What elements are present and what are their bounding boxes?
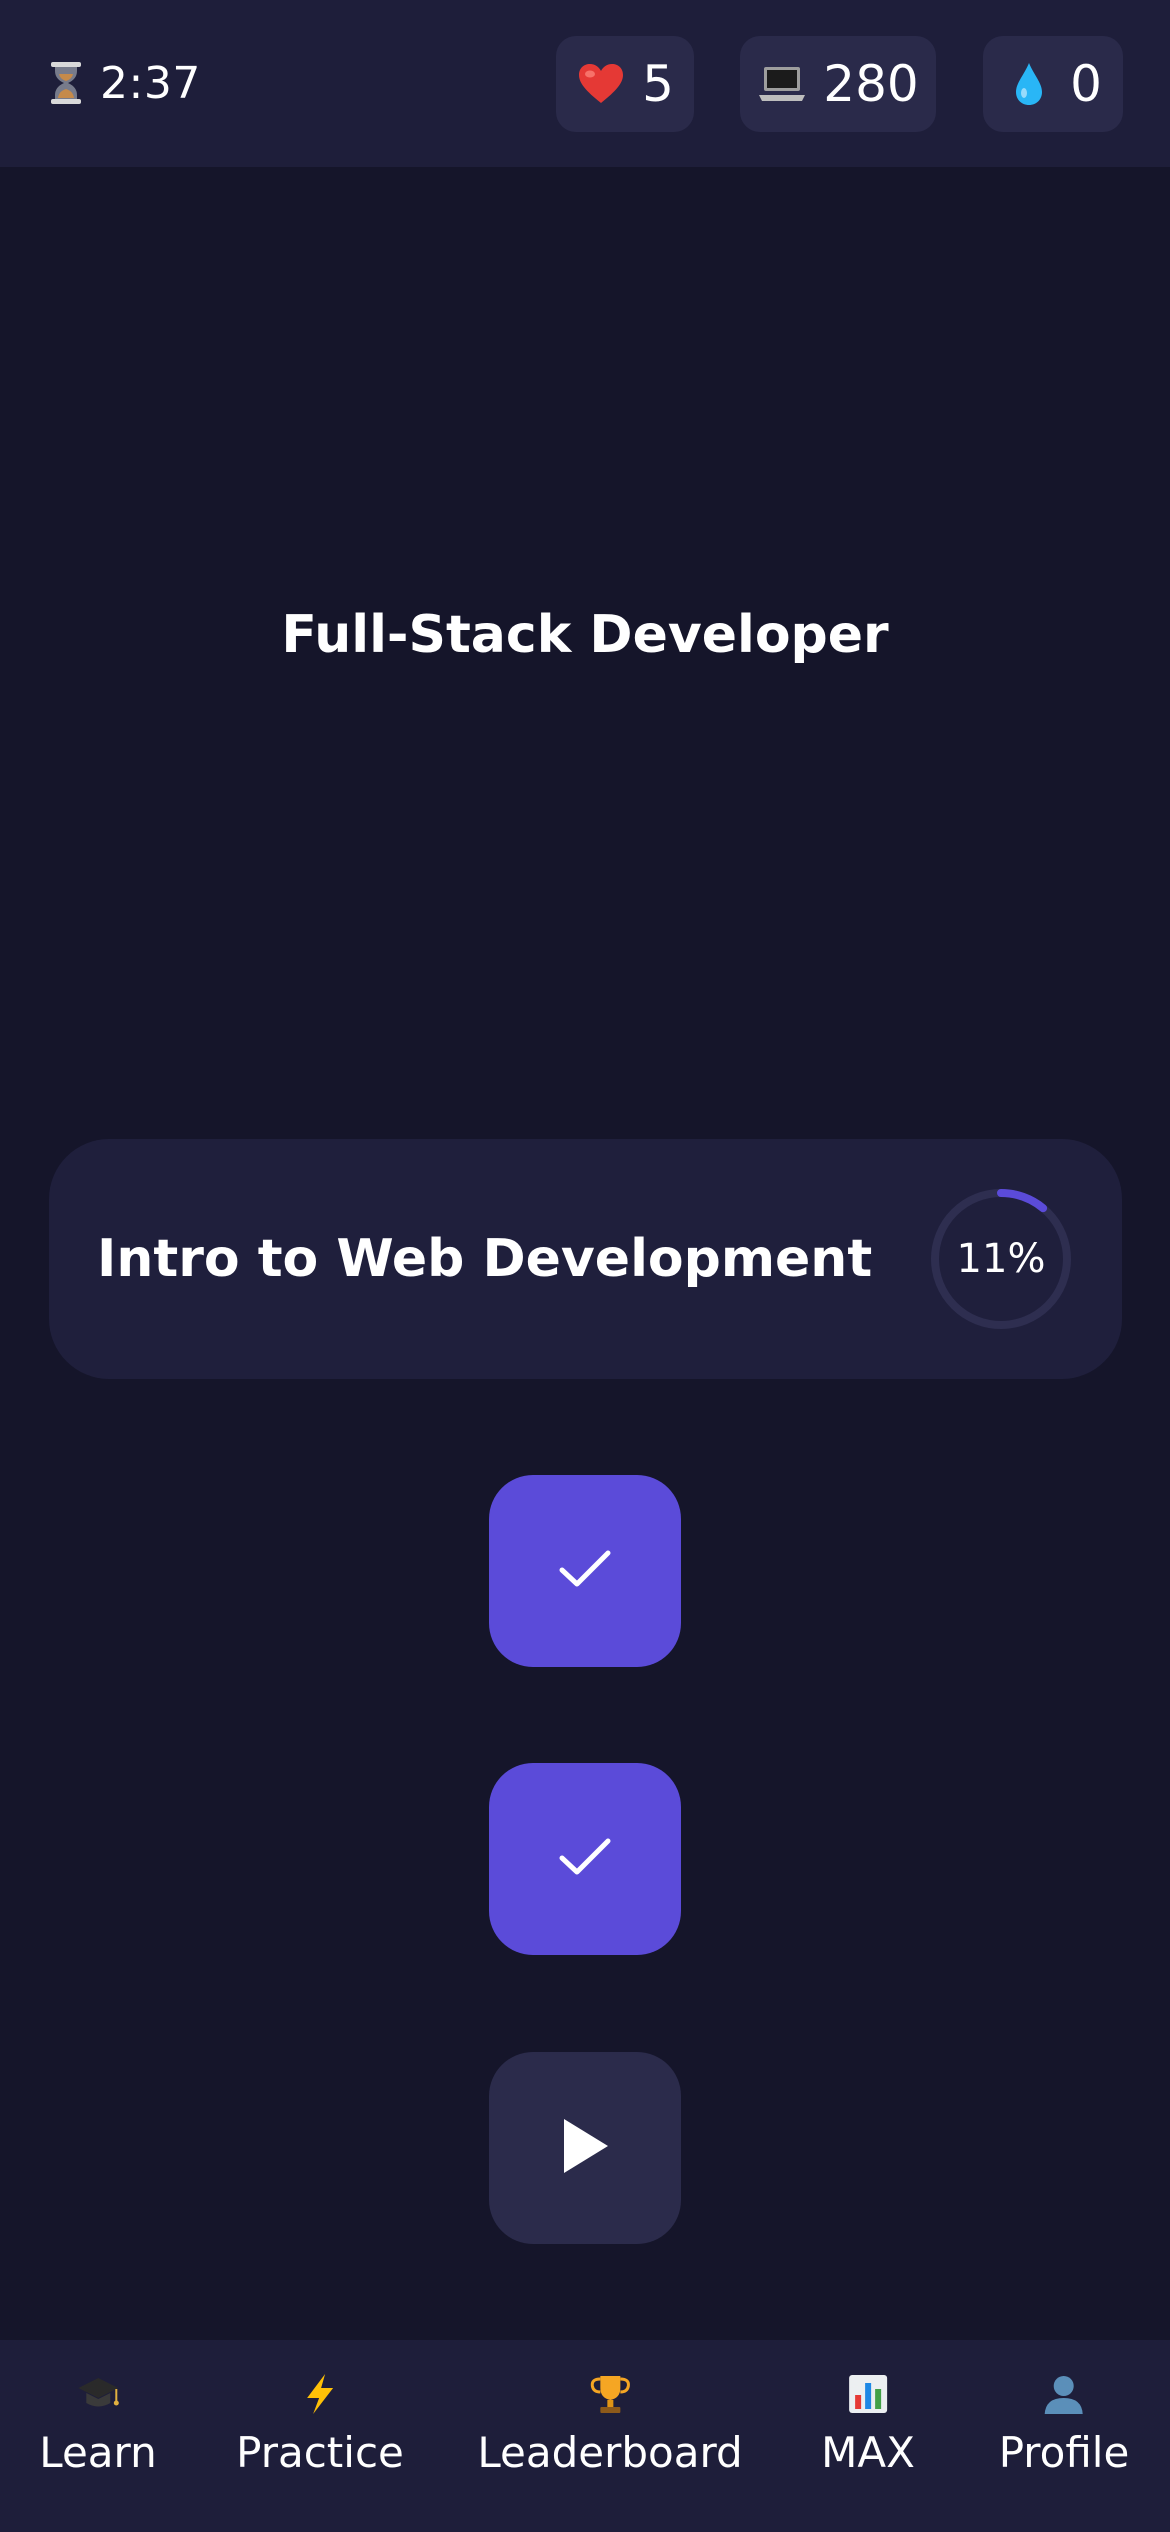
nav-label-learn: Learn — [39, 2428, 157, 2477]
lesson-3-start[interactable] — [489, 2052, 681, 2244]
timer: 2:37 — [48, 52, 201, 114]
hearts-counter[interactable]: 5 — [556, 36, 694, 132]
heart-icon — [576, 59, 626, 109]
gems-value: 280 — [823, 55, 919, 113]
lightning-icon — [296, 2370, 344, 2418]
nav-label-practice: Practice — [236, 2428, 404, 2477]
nav-item-max[interactable]: MAX — [821, 2370, 915, 2477]
unit-progress-ring: 11% — [929, 1187, 1073, 1331]
hearts-value: 5 — [642, 55, 674, 113]
unit-card[interactable]: Intro to Web Development 11% — [49, 1139, 1122, 1379]
check-icon — [557, 1835, 613, 1883]
person-icon — [1040, 2370, 1088, 2418]
top-bar: 2:37 5 280 0 — [0, 0, 1170, 167]
graduation-cap-icon — [74, 2370, 122, 2418]
timer-text: 2:37 — [100, 57, 201, 109]
laptop-icon — [757, 59, 807, 109]
unit-progress-label: 11% — [956, 1236, 1046, 1282]
app-screen: 2:37 5 280 0 Full-Stack Developer Intro … — [0, 0, 1170, 2532]
path-title: Full-Stack Developer — [281, 605, 889, 665]
trophy-icon — [586, 2370, 634, 2418]
hourglass-icon — [48, 61, 84, 105]
lesson-1-completed[interactable] — [489, 1475, 681, 1667]
nav-label-max: MAX — [821, 2428, 915, 2477]
nav-item-practice[interactable]: Practice — [236, 2370, 404, 2477]
play-icon — [560, 2117, 610, 2179]
check-icon — [557, 1547, 613, 1595]
nav-item-profile[interactable]: Profile — [998, 2370, 1130, 2477]
gems-counter[interactable]: 280 — [740, 36, 936, 132]
droplet-icon — [1004, 59, 1054, 109]
bottom-nav: Learn Practice Leaderboard MAX Profile — [0, 2340, 1170, 2532]
nav-label-profile: Profile — [998, 2428, 1130, 2477]
drops-value: 0 — [1070, 55, 1102, 113]
nav-label-leaderboard: Leaderboard — [477, 2428, 743, 2477]
lesson-2-completed[interactable] — [489, 1763, 681, 1955]
nav-item-leaderboard[interactable]: Leaderboard — [477, 2370, 743, 2477]
bar-chart-icon — [844, 2370, 892, 2418]
unit-title: Intro to Web Development — [97, 1229, 873, 1289]
nav-item-learn[interactable]: Learn — [39, 2370, 157, 2477]
drops-counter[interactable]: 0 — [983, 36, 1123, 132]
